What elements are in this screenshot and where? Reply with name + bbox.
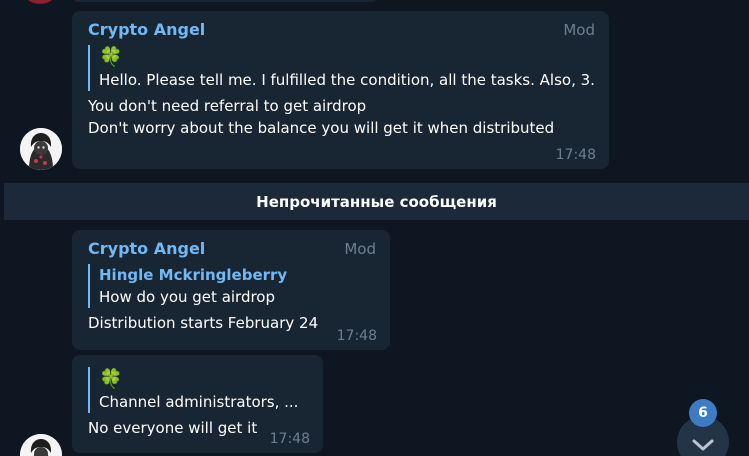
message-bubble[interactable]: Crypto Angel Mod Hingle Mckringleberry H…	[72, 230, 390, 350]
unread-count-badge: 6	[689, 399, 717, 427]
reply-text: Channel administrators, ...	[99, 393, 299, 411]
message-bubble[interactable]: 🍀 Channel administrators, ... No everyon…	[72, 355, 323, 453]
sender-name[interactable]: Crypto Angel	[88, 19, 595, 41]
reply-author: Hingle Mckringleberry	[99, 266, 288, 284]
message-time: 17:48	[269, 431, 310, 447]
reply-quote[interactable]: Hingle Mckringleberry How do you get air…	[88, 264, 376, 308]
mod-badge: Mod	[344, 240, 376, 258]
message-text: Distribution starts February 24	[88, 314, 319, 332]
message-time: 17:48	[555, 147, 596, 163]
message-text-line: Don't worry about the balance you will g…	[88, 119, 555, 137]
reply-quote[interactable]: 🍀 Channel administrators, ...	[88, 367, 309, 413]
clover-emoji: 🍀	[99, 368, 123, 390]
unread-messages-label: Непрочитанные сообщения	[256, 192, 497, 211]
avatar-image	[20, 434, 62, 456]
message-bubble-previous[interactable]	[72, 0, 378, 2]
avatar-image	[20, 128, 62, 170]
sender-name[interactable]: Crypto Angel	[88, 238, 376, 260]
reply-quote[interactable]: 🍀 Hello. Please tell me. I fulfilled the…	[88, 45, 595, 91]
avatar-previous[interactable]	[20, 0, 60, 4]
mod-badge: Mod	[563, 21, 595, 39]
avatar[interactable]	[20, 128, 62, 170]
reply-text: How do you get airdrop	[99, 288, 276, 306]
message-bubble[interactable]: Crypto Angel Mod 🍀 Hello. Please tell me…	[72, 11, 609, 169]
message-time: 17:48	[336, 328, 377, 344]
unread-messages-divider: Непрочитанные сообщения	[4, 183, 749, 220]
chat-history[interactable]: Crypto Angel Mod 🍀 Hello. Please tell me…	[0, 0, 749, 456]
message-text-line: You don't need referral to get airdrop	[88, 97, 367, 115]
reply-text: Hello. Please tell me. I fulfilled the c…	[99, 71, 595, 89]
clover-emoji: 🍀	[99, 46, 123, 68]
avatar[interactable]	[20, 434, 62, 456]
